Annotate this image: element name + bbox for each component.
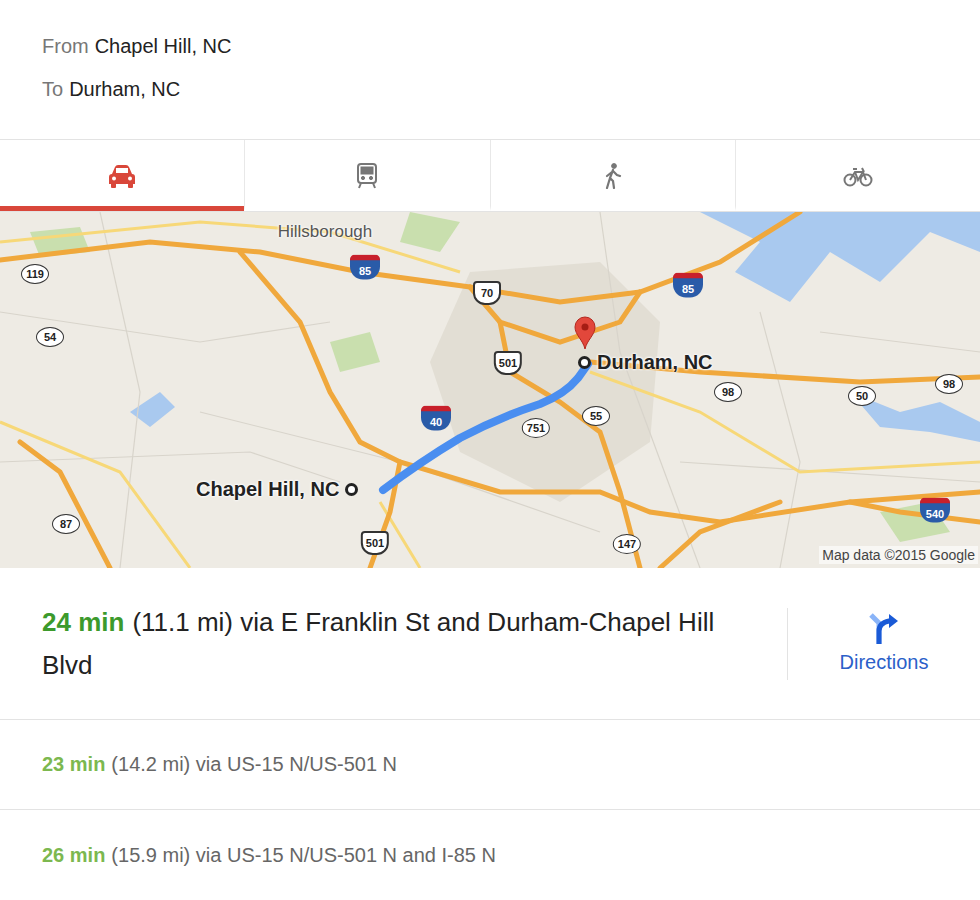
to-line: To Durham, NC bbox=[42, 68, 938, 111]
walking-icon bbox=[602, 163, 624, 189]
to-value[interactable]: Durham, NC bbox=[69, 78, 180, 100]
road-shield: 50 bbox=[848, 386, 876, 406]
road-shield: 119 bbox=[21, 264, 49, 284]
road-shield: 501 bbox=[494, 351, 522, 375]
route-detail: (11.1 mi) via E Franklin St and Durham-C… bbox=[42, 607, 714, 680]
map-canvas[interactable] bbox=[0, 212, 980, 568]
route-map[interactable]: Hillsborough1195485708550140751559850988… bbox=[0, 212, 980, 568]
road-shield: 54 bbox=[36, 327, 64, 347]
car-icon bbox=[107, 163, 137, 189]
to-label: To bbox=[42, 78, 63, 100]
alternative-route[interactable]: 23 min (14.2 mi) via US-15 N/US-501 N bbox=[0, 720, 980, 810]
road-shield: 70 bbox=[473, 281, 501, 305]
route-summary: 24 min(11.1 mi) via E Franklin St and Du… bbox=[0, 601, 787, 687]
route-time: 23 min bbox=[42, 753, 105, 776]
road-shield: 501 bbox=[361, 531, 389, 555]
destination-pin-icon bbox=[574, 316, 596, 350]
map-attribution: Map data ©2015 Google bbox=[819, 546, 978, 564]
trip-header: From Chapel Hill, NC To Durham, NC bbox=[0, 0, 980, 140]
directions-card: From Chapel Hill, NC To Durham, NC Hillsboro… bbox=[0, 0, 980, 900]
from-line: From Chapel Hill, NC bbox=[42, 25, 938, 68]
transit-icon bbox=[355, 163, 379, 189]
destination-ring-icon bbox=[578, 356, 591, 369]
destination-marker[interactable]: Durham, NC bbox=[578, 351, 713, 374]
origin-ring-icon bbox=[345, 483, 358, 496]
directions-icon bbox=[869, 613, 899, 645]
route-detail: (15.9 mi) via US-15 N/US-501 N and I-85 … bbox=[111, 844, 496, 867]
road-shield: 55 bbox=[582, 406, 610, 426]
from-value[interactable]: Chapel Hill, NC bbox=[95, 35, 232, 57]
road-shield: 87 bbox=[52, 514, 80, 534]
road-shield: 540 bbox=[920, 498, 950, 523]
route-time: 26 min bbox=[42, 844, 105, 867]
road-shield: 85 bbox=[673, 273, 703, 298]
selected-route[interactable]: 24 min(11.1 mi) via E Franklin St and Du… bbox=[0, 568, 980, 720]
road-shield: 40 bbox=[421, 406, 451, 431]
travel-mode-tab[interactable] bbox=[735, 140, 980, 211]
directions-label: Directions bbox=[840, 651, 929, 674]
road-shield: 85 bbox=[350, 255, 380, 280]
origin-label: Chapel Hill, NC bbox=[196, 478, 339, 501]
place-label: Hillsborough bbox=[278, 222, 373, 242]
travel-mode-tab[interactable] bbox=[490, 140, 735, 211]
travel-mode-tab[interactable] bbox=[0, 140, 244, 211]
route-time: 24 min bbox=[42, 607, 124, 637]
route-detail: (14.2 mi) via US-15 N/US-501 N bbox=[111, 753, 397, 776]
bicycle-icon bbox=[843, 164, 873, 188]
origin-marker[interactable]: Chapel Hill, NC bbox=[196, 478, 358, 501]
road-shield: 98 bbox=[935, 374, 963, 394]
road-shield: 98 bbox=[714, 382, 742, 402]
travel-mode-tabs bbox=[0, 140, 980, 212]
from-label: From bbox=[42, 35, 89, 57]
route-line bbox=[383, 364, 588, 490]
travel-mode-tab[interactable] bbox=[244, 140, 489, 211]
alternative-route[interactable]: 26 min (15.9 mi) via US-15 N/US-501 N and… bbox=[0, 810, 980, 900]
destination-label: Durham, NC bbox=[597, 351, 713, 374]
directions-button[interactable]: Directions bbox=[787, 608, 980, 680]
